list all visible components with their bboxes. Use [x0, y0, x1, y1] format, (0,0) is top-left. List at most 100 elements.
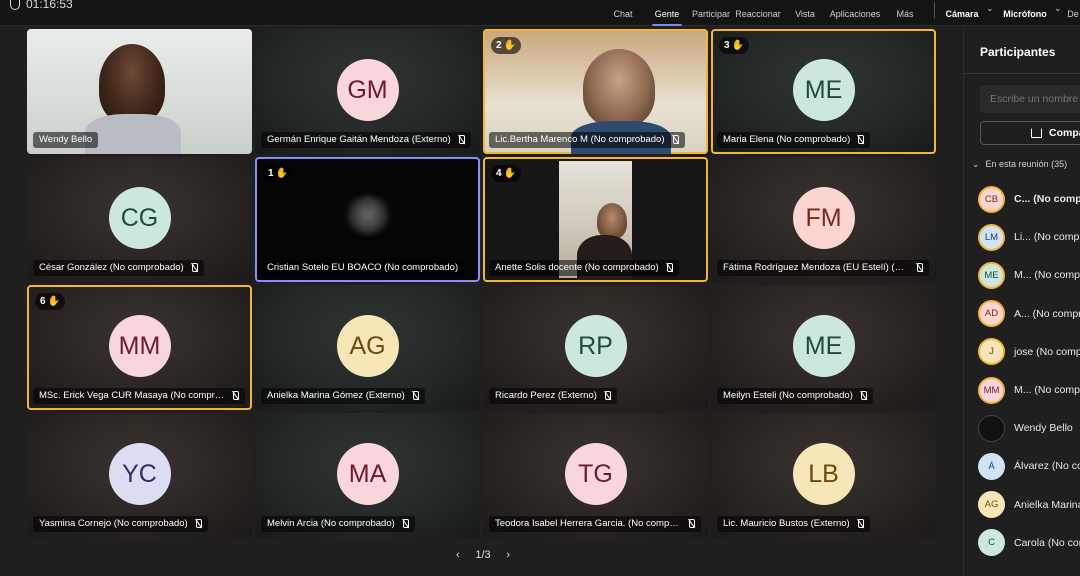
microphone-button[interactable]: Micrófono [1002, 0, 1048, 26]
share-invite-button[interactable]: Compartir [980, 121, 1080, 145]
tile-name-bar: Anielka Marina Gómez (Externo) [261, 388, 425, 404]
avatar: C [978, 529, 1005, 557]
raised-hand-icon: ✋ [503, 168, 517, 179]
mic-off-icon [665, 263, 673, 273]
avatar: TG [564, 443, 627, 505]
previous-page-chevron-left-icon[interactable]: ‹ [456, 549, 460, 561]
device-settings-button[interactable]: De [1066, 0, 1080, 26]
video-tile[interactable]: TG Teodora Isabel Herrera Garcia. (No co… [483, 413, 708, 538]
video-tile[interactable]: Wendy Bello [27, 29, 252, 154]
page-indicator: 1/3 [475, 549, 491, 561]
list-item[interactable]: AG Anielka Marina Gómez [978, 486, 1080, 524]
video-tile[interactable]: 1 ✋ Cristian Sotelo EU BOACO (No comproba… [255, 157, 480, 282]
participant-face [597, 203, 627, 239]
video-tile[interactable]: GM Germán Enrique Gaitán Mendoza (Extern… [255, 29, 480, 154]
participant-video-shoulders [85, 114, 181, 154]
tile-name-bar: Yasmina Cornejo (No comprobado) [33, 516, 208, 532]
people-button[interactable]: Gente [648, 0, 686, 26]
participant-name: jose (No comprobado) [1014, 345, 1080, 358]
apps-button[interactable]: Aplicaciones [828, 0, 882, 26]
video-tile[interactable]: FM Fátima Rodríguez Mendoza (EU Estelí) … [711, 157, 936, 282]
mic-off-icon [194, 519, 202, 529]
avatar: AG [336, 315, 399, 377]
list-item[interactable]: CB C... (No comprobado) [978, 180, 1080, 218]
tile-name-bar: Fátima Rodríguez Mendoza (EU Estelí) (No… [717, 260, 929, 276]
list-item[interactable]: AD A... (No comprobado) [978, 295, 1080, 333]
tile-name-bar: Lic.Bertha Marenco M (No comprobado) [489, 132, 685, 148]
panel-title: Participantes [980, 45, 1056, 59]
video-tile[interactable]: AG Anielka Marina Gómez (Externo) [255, 285, 480, 410]
mic-off-icon [856, 519, 864, 529]
avatar: MM [978, 376, 1005, 404]
participants-panel: Participantes Compartir ⌄ En esta reunió… [963, 26, 1080, 576]
view-button[interactable]: Vista [788, 0, 822, 26]
participant-name: Li... (No comprobado) [1014, 231, 1080, 244]
video-tile[interactable]: ME 3 ✋ Maria Elena (No comprobado) [711, 29, 936, 154]
avatar: MA [336, 443, 399, 505]
avatar: CG [108, 187, 171, 249]
avatar: ME [792, 59, 855, 121]
react-button[interactable]: Reaccionar [735, 0, 781, 26]
avatar: LB [792, 443, 855, 505]
participant-name: (No comprobado) [1033, 193, 1080, 206]
list-item[interactable]: Wendy Bello [978, 409, 1080, 447]
participant-name: Álvarez (No comprobado) [1014, 460, 1080, 473]
video-tile[interactable]: YC Yasmina Cornejo (No comprobado) [27, 413, 252, 538]
participant-name: M... (No comprobado) [1014, 269, 1080, 282]
participant-name: Carola (No comprobado) [1014, 536, 1080, 549]
mic-off-icon [603, 391, 611, 401]
mic-chevron-down-icon[interactable]: ⌄ [1054, 3, 1062, 14]
list-item[interactable]: LM Li... (No comprobado) [978, 218, 1080, 256]
video-tile[interactable]: CG César González (No comprobado) [27, 157, 252, 282]
tile-name-bar: Melvin Arcia (No comprobado) [261, 516, 415, 532]
avatar [978, 414, 1005, 442]
mic-off-icon [457, 135, 465, 145]
grid-pagination: ‹ 1/3 › [456, 546, 510, 564]
video-tile[interactable]: ME Meilyn Esteli (No comprobado) [711, 285, 936, 410]
video-tile[interactable]: RP Ricardo Perez (Externo) [483, 285, 708, 410]
camera-chevron-down-icon[interactable]: ⌄ [986, 3, 994, 14]
tile-name-bar: MSc. Erick Vega CUR Masaya (No comprobad… [33, 388, 245, 404]
raised-hand-icon: ✋ [275, 168, 289, 179]
mic-off-icon [411, 391, 419, 401]
participant-video [99, 44, 165, 124]
video-tile[interactable]: MA Melvin Arcia (No comprobado) [255, 413, 480, 538]
active-tab-indicator [652, 24, 682, 26]
avatar: J [978, 338, 1005, 366]
video-tile[interactable]: 4 ✋ Anette Solis docente (No comprobado) [483, 157, 708, 282]
join-button[interactable]: Participar [690, 0, 732, 26]
raised-hand-icon: ✋ [47, 296, 61, 307]
chat-button[interactable]: Chat [606, 0, 640, 26]
next-page-chevron-right-icon[interactable]: › [506, 549, 510, 561]
avatar: ME [792, 315, 855, 377]
share-icon [1031, 128, 1042, 138]
list-item[interactable]: C Carola (No comprobado) [978, 524, 1080, 562]
list-item[interactable]: MM M... (No comprobado) [978, 371, 1080, 409]
participant-name-bold: C... [1014, 193, 1031, 206]
list-item[interactable]: Á Álvarez (No comprobado) [978, 447, 1080, 485]
meeting-toolbar: 01:16:53 Chat Gente Participar Reacciona… [0, 0, 1080, 26]
chevron-down-icon: ⌄ [972, 159, 980, 169]
list-item[interactable]: ME M... (No comprobado) [978, 256, 1080, 294]
in-meeting-section-header[interactable]: ⌄ En esta reunión (35) [972, 159, 1067, 170]
tile-name-bar: Teodora Isabel Herrera Garcia. (No compr… [489, 516, 701, 532]
mic-off-icon [190, 263, 198, 273]
participant-list: CB C... (No comprobado) LM Li... (No com… [978, 180, 1080, 562]
tile-name-bar: Anette Solis docente (No comprobado) [489, 260, 679, 276]
more-button[interactable]: Más [890, 0, 920, 26]
teams-meeting-window: 01:16:53 Chat Gente Participar Reacciona… [0, 0, 1080, 576]
video-grid: Wendy Bello GM Germán Enrique Gaitán Men… [27, 29, 937, 540]
avatar: AD [978, 300, 1005, 328]
raised-hand-badge: 4 ✋ [491, 165, 522, 182]
avatar: RP [564, 315, 627, 377]
mic-off-icon [856, 135, 865, 145]
participant-name: Anielka Marina Gómez [1014, 498, 1080, 511]
video-tile[interactable]: MM 6 ✋ MSc. Erick Vega CUR Masaya (No com… [27, 285, 252, 410]
video-tile[interactable]: LB Lic. Mauricio Bustos (Externo) [711, 413, 936, 538]
participant-search-input[interactable] [980, 85, 1080, 113]
raised-hand-icon: ✋ [503, 40, 517, 51]
camera-off-icon [343, 195, 392, 235]
list-item[interactable]: J jose (No comprobado) [978, 333, 1080, 371]
video-tile[interactable]: 2 ✋ Lic.Bertha Marenco M (No comprobado) [483, 29, 708, 154]
camera-button[interactable]: Cámara [944, 0, 980, 26]
